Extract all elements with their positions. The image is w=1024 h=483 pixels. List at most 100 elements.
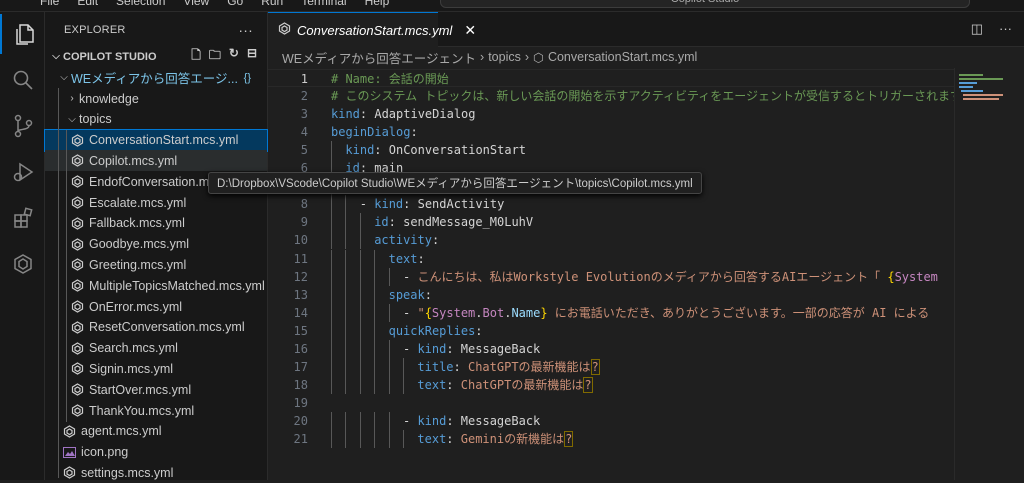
tree-file[interactable]: agent.mcs.yml [45,421,267,442]
indent-guide [66,130,67,422]
code-text: title: ChatGPTの最新機能は? [331,358,600,376]
copilot-topic-icon [278,22,291,38]
copilot-topic-icon [69,341,85,355]
indent-guide [345,249,347,268]
tree-file[interactable]: ConversationStart.mcs.yml [44,128,268,152]
breadcrumb-item[interactable]: WEメディアから回答エージェント [282,48,476,67]
tree-file[interactable]: ResetConversation.mcs.yml [45,317,267,338]
menu-help[interactable]: Help [365,0,390,8]
indent-guide [345,321,347,340]
close-icon[interactable]: ✕ [464,22,476,39]
new-file-icon[interactable]: 🗋 [191,46,201,67]
command-center[interactable]: Copilot Studio [440,0,970,8]
line-number: 10 [293,233,308,248]
tree-item-label: OnError.mcs.yml [89,299,183,314]
chevron-down-icon: ⌵ [68,113,76,125]
code-token: text [388,251,418,266]
chevron-right-icon: › [480,50,485,64]
tree-file[interactable]: StartOver.mcs.yml [45,379,267,400]
line-number: 19 [293,395,308,410]
code-token: ChatGPTの最新機能は [460,377,584,392]
copilot-topic-icon [69,300,85,314]
code-editor[interactable]: 1 # Name: 会話の開始 2 # このシステム トピックは、新しい会話の開始を示… [268,68,954,480]
tree-file[interactable]: Fallback.mcs.yml [45,213,267,234]
workspace-root[interactable]: ⌵ COPILOT STUDIO 🗋 🗀 ↻ ⊟ [45,46,267,67]
tree-file[interactable]: ThankYou.mcs.yml [45,400,267,421]
indent-guide [388,411,390,430]
code-token: : [410,125,418,140]
tree-file[interactable]: OnError.mcs.yml [45,296,267,317]
breadcrumb: WEメディアから回答エージェント › topics › ⬡ Conversati… [268,47,1024,67]
code-text: text: Geminiの新機能は? [331,430,574,448]
code-line: 3 kind: AdaptiveDialog [268,105,954,123]
tree-folder[interactable]: ⌵ topics [45,109,267,130]
menu-go[interactable]: Go [227,0,243,8]
copilot-topic-icon [69,279,85,293]
code-token: } [540,305,548,320]
menu-selection[interactable]: Selection [116,0,165,8]
indent-guide [359,411,361,430]
code-token: : MessageBack [446,341,541,356]
copilot-topic-icon [69,237,85,251]
code-token: kind [417,413,447,428]
code-text: kind: OnConversationStart [331,141,526,159]
more-actions-icon[interactable]: ··· [238,22,253,38]
breadcrumb-item[interactable]: ConversationStart.mcs.yml [548,50,697,64]
source-control-icon[interactable] [0,106,45,146]
code-token: - [403,413,418,428]
indent-guide [331,321,332,340]
tree-file[interactable]: Copilot.mcs.yml [45,150,267,172]
indent-guide [331,285,332,304]
search-icon[interactable] [0,60,45,100]
indent-guide [359,321,361,340]
code-text: text: ChatGPTの最新機能は? [331,376,593,394]
code-token: : [453,359,468,374]
tree-file[interactable]: Signin.mcs.yml [45,358,267,379]
tree-item-label: icon.png [81,445,129,460]
tree-file[interactable]: MultipleTopicsMatched.mcs.yml [45,275,267,296]
code-token: quickReplies [388,323,476,338]
line-number: 11 [293,251,308,266]
extensions-icon[interactable] [0,198,45,238]
collapse-all-icon[interactable]: ⊟ [247,46,257,67]
indent-guide [388,430,390,448]
agent-folder[interactable]: ⌵ WEメディアから回答エージ... {} [45,67,267,88]
indent-guide [331,213,332,232]
indent-guide [374,321,376,340]
split-editor-icon[interactable]: ◫ [971,21,983,37]
minimap[interactable] [954,68,1010,480]
code-token: - [403,341,418,356]
tree-folder[interactable]: › knowledge [45,88,267,109]
breadcrumb-item[interactable]: topics [488,50,521,64]
menu-view[interactable]: View [183,0,209,8]
code-token: : [475,323,483,338]
indent-guide [331,430,332,448]
code-token: Name [511,305,541,320]
new-folder-icon[interactable]: 🗀 [209,46,221,67]
indent-guide [374,339,376,358]
tree-file[interactable]: Escalate.mcs.yml [45,192,267,213]
tree-file[interactable]: icon.png [45,442,267,463]
refresh-icon[interactable]: ↻ [229,46,239,67]
tree-item-label: Greeting.mcs.yml [89,257,187,272]
code-token: : sendMessage_M0LuhV [388,215,534,230]
code-line: 19 [268,394,954,412]
tab-conversationstart[interactable]: ConversationStart.mcs.yml ✕ [268,12,476,47]
copilot-studio-icon[interactable] [0,244,45,284]
explorer-icon[interactable] [0,14,45,54]
code-token: : [446,432,461,446]
code-line: 10 activity: [268,231,954,250]
menu-terminal[interactable]: Terminal [301,0,346,8]
menu-edit[interactable]: Edit [77,0,98,8]
more-actions-icon[interactable]: ··· [999,21,1012,37]
tree-file[interactable]: Goodbye.mcs.yml [45,234,267,255]
tree-item-label: Copilot.mcs.yml [89,153,178,168]
code-line: 1 # Name: 会話の開始 [268,69,954,87]
menu-run[interactable]: Run [261,0,283,8]
tree-file[interactable]: Search.mcs.yml [45,338,267,359]
menu-file[interactable]: File [40,0,59,8]
indent-guide [403,430,404,448]
run-debug-icon[interactable] [0,152,45,192]
tree-file[interactable]: Greeting.mcs.yml [45,254,267,275]
indent-guide [331,141,332,160]
